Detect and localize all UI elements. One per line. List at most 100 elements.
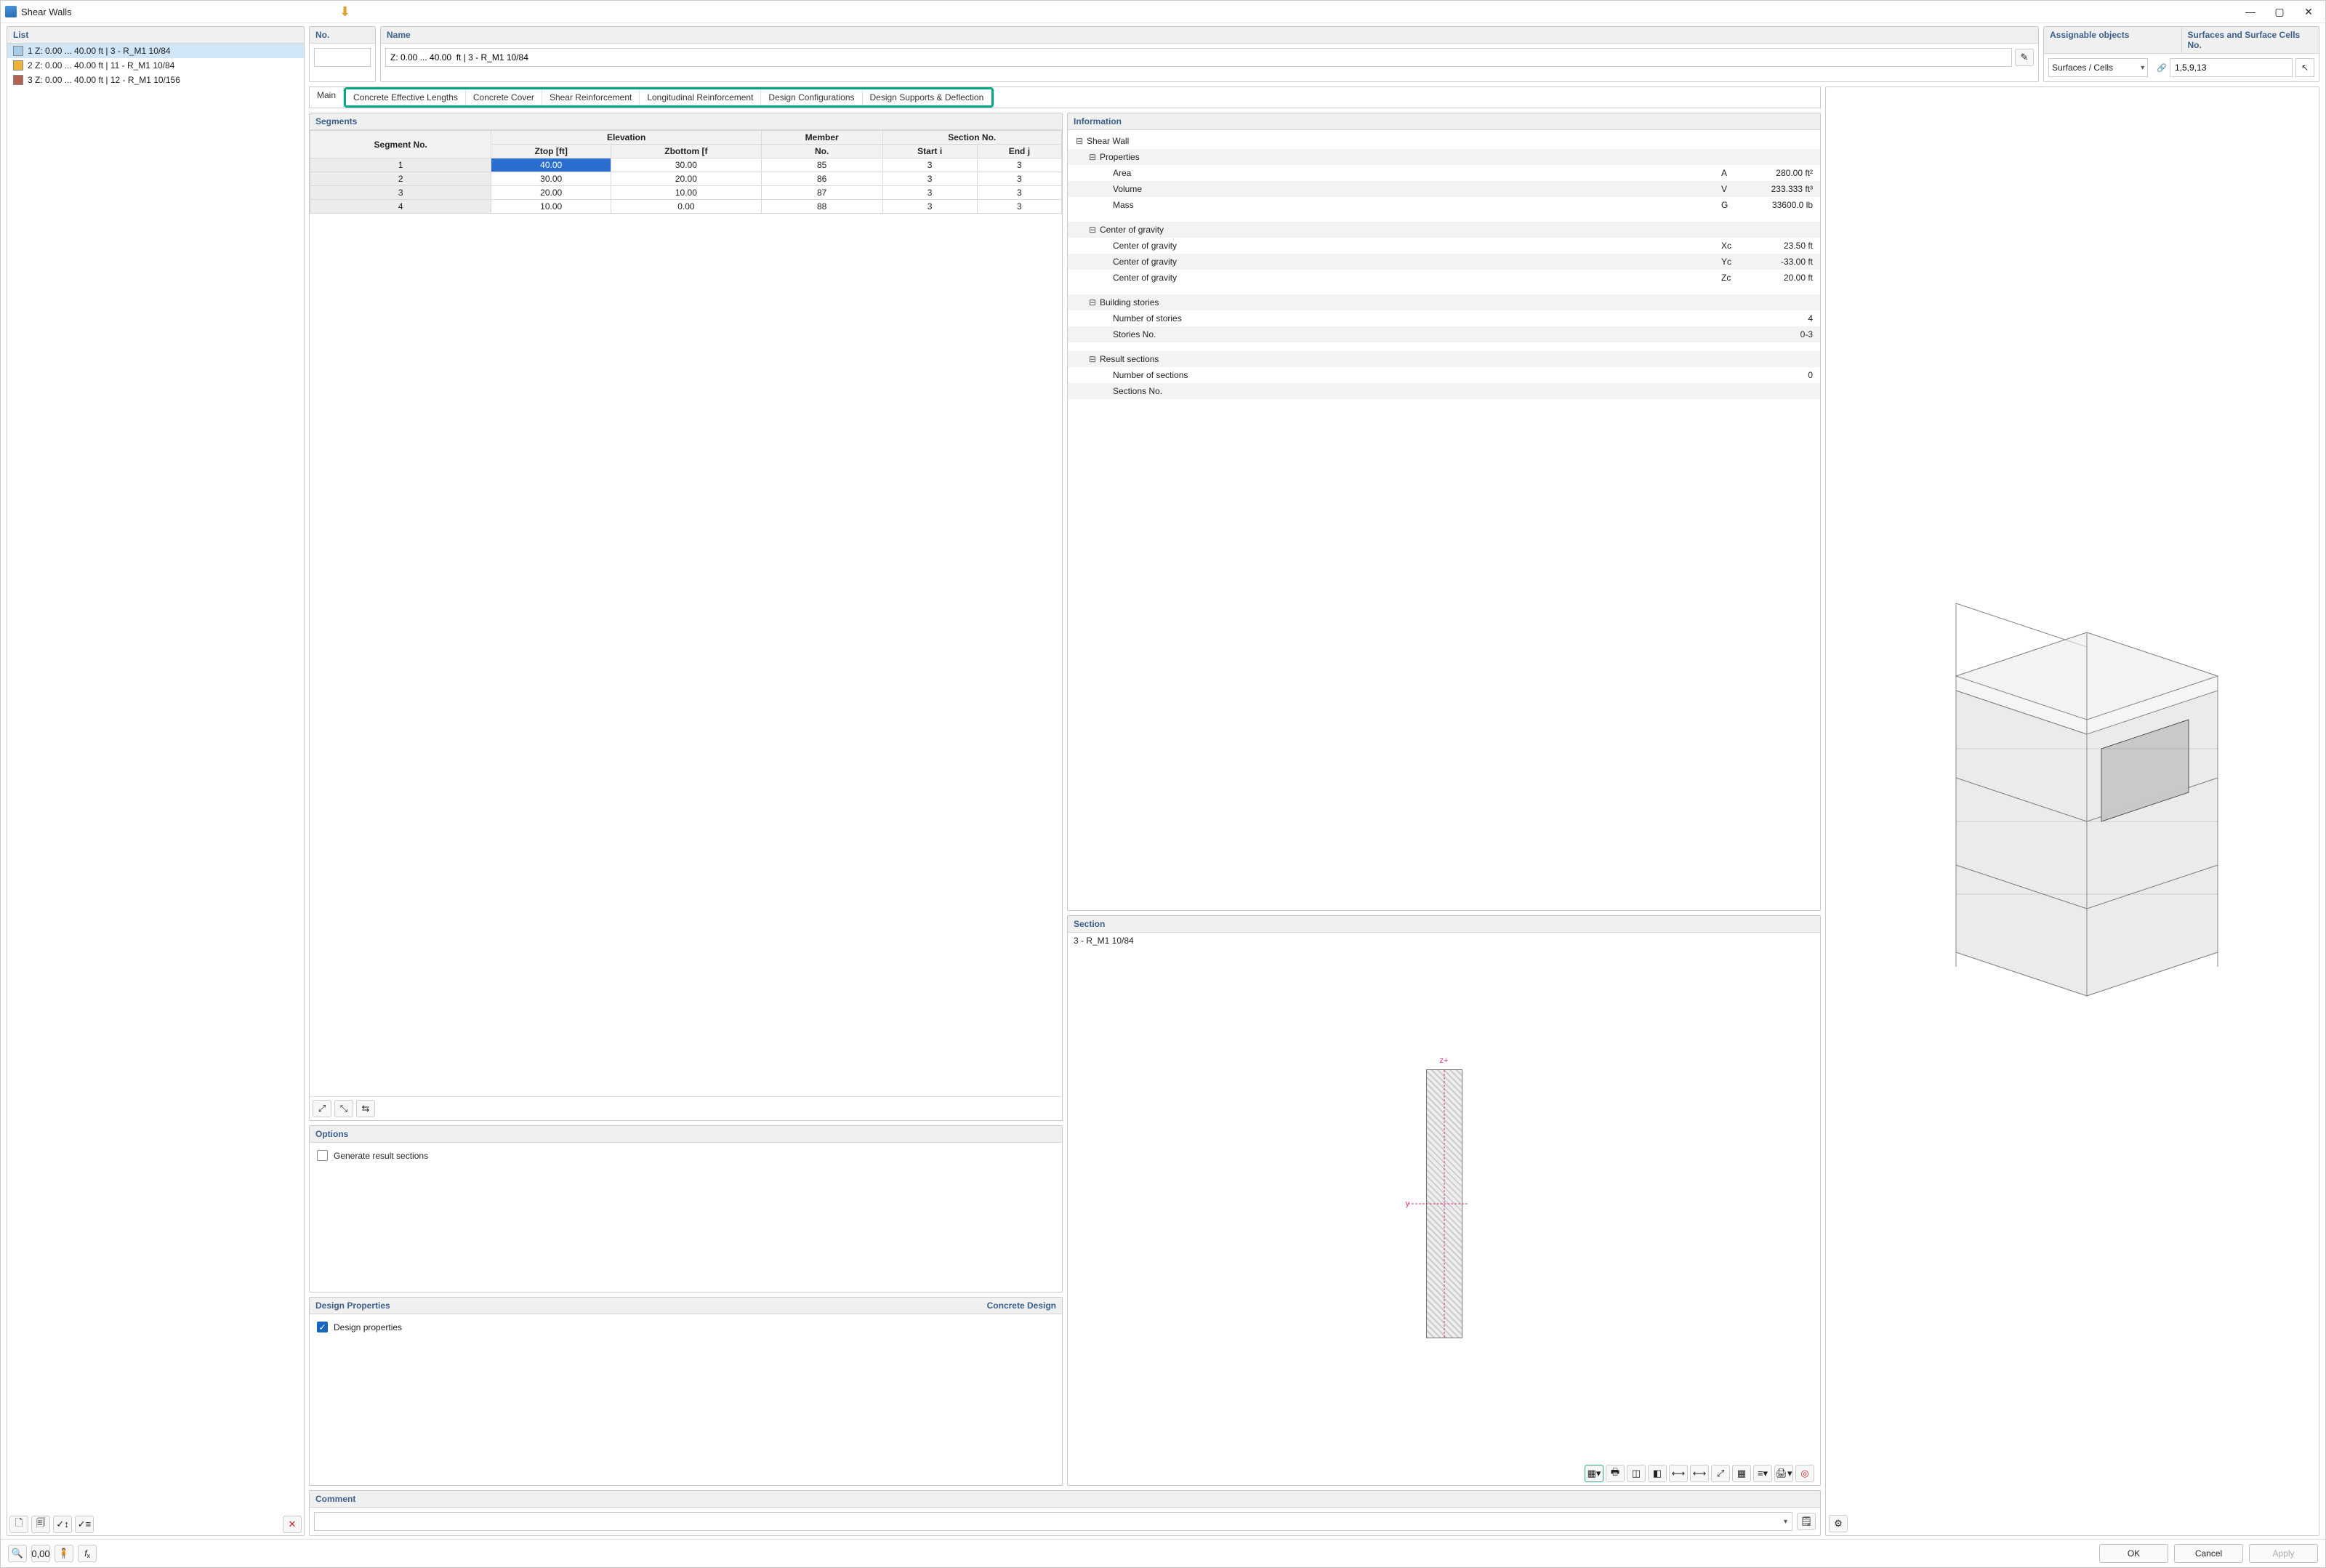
col-elevation: Elevation — [491, 131, 761, 145]
collapse-icon[interactable]: ⊟ — [1075, 136, 1084, 146]
tab-bar: Main Concrete Effective Lengths Concrete… — [309, 87, 1821, 108]
information-header: Information — [1068, 113, 1820, 130]
script-fx-icon[interactable]: fₓ — [78, 1545, 97, 1562]
edit-name-icon[interactable]: ✎ — [2015, 49, 2034, 66]
dim-h-icon[interactable]: ⟷ — [1669, 1465, 1688, 1482]
col-start: Start i — [882, 145, 977, 158]
options-header: Options — [310, 1126, 1062, 1143]
name-header: Name — [381, 27, 2038, 44]
surfaces-input[interactable] — [2170, 58, 2293, 77]
window-title: Shear Walls — [21, 7, 2242, 17]
collapse-icon[interactable]: ⊟ — [1088, 225, 1097, 235]
comment-edit-icon[interactable]: 🗒 — [1797, 1513, 1816, 1530]
assignable-selected-label: Surfaces / Cells — [2052, 63, 2113, 73]
table-row[interactable]: 2 30.00 20.00 86 3 3 — [310, 172, 1062, 186]
view-color-icon[interactable]: ▦▾ — [1585, 1465, 1603, 1482]
list-item[interactable]: 2 Z: 0.00 ... 40.00 ft | 11 - R_M1 10/84 — [7, 58, 304, 73]
list-item-label: 3 Z: 0.00 ... 40.00 ft | 12 - R_M1 10/15… — [28, 75, 180, 85]
segment-tool-3-icon[interactable]: ⇆ — [356, 1100, 375, 1117]
link-icon: 🔗 — [2157, 63, 2167, 73]
view-tool2-icon[interactable]: ◫ — [1627, 1465, 1646, 1482]
color-swatch — [13, 46, 23, 56]
apply-button[interactable]: Apply — [2249, 1544, 2318, 1563]
generate-result-sections-checkbox[interactable]: Generate result sections — [317, 1150, 1055, 1161]
pick-surfaces-icon[interactable]: ↖ — [2295, 58, 2314, 77]
segments-table[interactable]: Segment No. Elevation Member Section No.… — [310, 130, 1062, 214]
assignable-select[interactable]: Surfaces / Cells ▾ — [2048, 58, 2148, 77]
segment-tool-2-icon[interactable]: ⤡ — [334, 1100, 353, 1117]
shear-wall-list[interactable]: 1 Z: 0.00 ... 40.00 ft | 3 - R_M1 10/84 … — [7, 44, 304, 1513]
list-item[interactable]: 1 Z: 0.00 ... 40.00 ft | 3 - R_M1 10/84 — [7, 44, 304, 58]
section-drawing: z+ y — [1074, 946, 1814, 1462]
dim-both-icon[interactable]: ⤢ — [1711, 1465, 1730, 1482]
tab-design-supports-deflection[interactable]: Design Supports & Deflection — [863, 89, 992, 105]
3d-view[interactable] — [1826, 87, 2319, 1512]
col-section-no: Section No. — [882, 131, 1062, 145]
col-member-no: No. — [761, 145, 882, 158]
tab-concrete-cover[interactable]: Concrete Cover — [466, 89, 542, 105]
view-tool3-icon[interactable]: ◧ — [1648, 1465, 1667, 1482]
delete-icon[interactable]: ✕ — [283, 1516, 302, 1533]
check-filter-icon[interactable]: ✓≡ — [75, 1516, 94, 1533]
table-row[interactable]: 1 40.00 30.00 85 3 3 — [310, 158, 1062, 172]
list-item-label: 2 Z: 0.00 ... 40.00 ft | 11 - R_M1 10/84 — [28, 60, 174, 71]
table-row[interactable]: 4 10.00 0.00 88 3 3 — [310, 200, 1062, 214]
copy-icon[interactable]: 🗐 — [31, 1516, 50, 1533]
surfaces-header: Surfaces and Surface Cells No. — [2182, 27, 2319, 54]
segment-tool-1-icon[interactable]: ⤢ — [313, 1100, 331, 1117]
chevron-down-icon: ▾ — [2141, 64, 2144, 72]
checkbox-label: Generate result sections — [334, 1151, 428, 1161]
col-end: End j — [977, 145, 1061, 158]
name-input[interactable] — [385, 48, 2012, 67]
tab-main[interactable]: Main — [310, 87, 344, 108]
col-member: Member — [761, 131, 882, 145]
view-tool-icon[interactable]: 🖶 — [1606, 1465, 1625, 1482]
list-icon[interactable]: ≡▾ — [1753, 1465, 1772, 1482]
cancel-button[interactable]: Cancel — [2174, 1544, 2243, 1563]
close-button[interactable]: ✕ — [2301, 4, 2317, 20]
color-swatch — [13, 75, 23, 85]
tab-design-configurations[interactable]: Design Configurations — [761, 89, 862, 105]
check-sort-icon[interactable]: ✓↕ — [53, 1516, 72, 1533]
zoom-icon[interactable]: 🔍 — [8, 1545, 27, 1562]
grid-icon[interactable]: ▦ — [1732, 1465, 1751, 1482]
units-icon[interactable]: 0,00 — [31, 1545, 50, 1562]
list-item-label: 1 Z: 0.00 ... 40.00 ft | 3 - R_M1 10/84 — [28, 46, 171, 56]
app-icon — [5, 6, 17, 17]
section-header: Section — [1068, 916, 1820, 933]
info-tree: ⊟Shear Wall ⊟Properties AreaA280.00 ft² … — [1068, 130, 1820, 402]
list-item[interactable]: 3 Z: 0.00 ... 40.00 ft | 12 - R_M1 10/15… — [7, 73, 304, 87]
design-properties-checkbox[interactable]: ✓ Design properties — [317, 1322, 1055, 1332]
chevron-down-icon: ▾ — [1784, 1518, 1787, 1526]
segments-header: Segments — [310, 113, 1062, 130]
color-swatch — [13, 60, 23, 71]
no-input[interactable] — [314, 48, 371, 67]
arrow-down-icon: ⬇ — [339, 4, 350, 20]
tab-shear-reinforcement[interactable]: Shear Reinforcement — [542, 89, 640, 105]
collapse-icon[interactable]: ⊟ — [1088, 152, 1097, 162]
col-ztop: Ztop [ft] — [491, 145, 611, 158]
no-header: No. — [310, 27, 375, 44]
minimize-button[interactable]: — — [2242, 4, 2258, 20]
collapse-icon[interactable]: ⊟ — [1088, 354, 1097, 364]
z-axis-label: z+ — [1440, 1056, 1449, 1065]
dim-v-icon[interactable]: ⟷ — [1690, 1465, 1709, 1482]
script-a-icon[interactable]: 🧍 — [55, 1545, 73, 1562]
collapse-icon[interactable]: ⊟ — [1088, 297, 1097, 307]
section-name: 3 - R_M1 10/84 — [1074, 936, 1814, 946]
ok-button[interactable]: OK — [2099, 1544, 2168, 1563]
list-header: List — [7, 27, 304, 44]
col-zbot: Zbottom [f — [611, 145, 761, 158]
target-icon[interactable]: ◎ — [1795, 1465, 1814, 1482]
comment-input[interactable]: ▾ — [314, 1512, 1792, 1531]
tab-longitudinal-reinforcement[interactable]: Longitudinal Reinforcement — [640, 89, 761, 105]
table-row[interactable]: 3 20.00 10.00 87 3 3 — [310, 186, 1062, 200]
design-props-header: Design Properties — [315, 1300, 390, 1311]
new-icon[interactable]: 🗋 — [9, 1516, 28, 1533]
col-segment-no: Segment No. — [310, 131, 491, 158]
tab-concrete-effective-lengths[interactable]: Concrete Effective Lengths — [346, 89, 466, 105]
checkbox-label: Design properties — [334, 1322, 402, 1332]
view-settings-icon[interactable]: ⚙ — [1829, 1515, 1848, 1532]
maximize-button[interactable]: ▢ — [2271, 4, 2287, 20]
print-icon[interactable]: 🖨▾ — [1774, 1465, 1793, 1482]
